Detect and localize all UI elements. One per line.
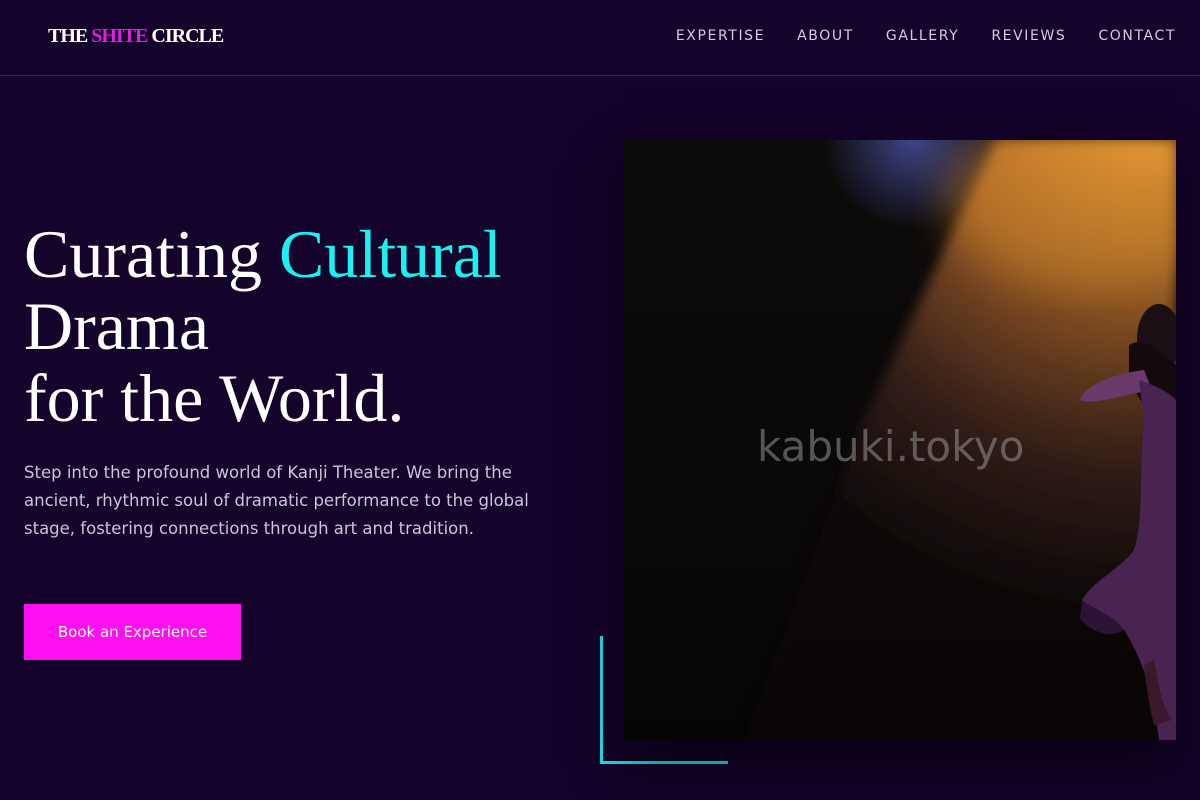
nav-contact[interactable]: CONTACT bbox=[1098, 28, 1176, 44]
nav-reviews[interactable]: REVIEWS bbox=[991, 28, 1066, 44]
brand-logo[interactable]: THE SHITE CIRCLE bbox=[48, 25, 224, 48]
hero-title-accent: Cultural bbox=[278, 216, 502, 292]
hero-title-part1: Curating bbox=[24, 216, 279, 292]
image-watermark: kabuki.tokyo bbox=[757, 422, 1025, 471]
hero-title-line3: for the World. bbox=[24, 360, 405, 436]
main-nav: EXPERTISE ABOUT GALLERY REVIEWS CONTACT bbox=[676, 28, 1176, 44]
site-header: THE SHITE CIRCLE EXPERTISE ABOUT GALLERY… bbox=[0, 0, 1200, 76]
brand-text-1: THE bbox=[48, 25, 92, 47]
hero-image: kabuki.tokyo bbox=[624, 140, 1176, 740]
nav-gallery[interactable]: GALLERY bbox=[886, 28, 959, 44]
brand-text-2: CIRCLE bbox=[147, 25, 224, 47]
brand-text-accent: SHITE bbox=[91, 25, 148, 47]
hero-description: Step into the profound world of Kanji Th… bbox=[24, 463, 529, 538]
nav-expertise[interactable]: EXPERTISE bbox=[676, 28, 765, 44]
hero-title: Curating Cultural Drama for the World. bbox=[24, 218, 584, 434]
book-experience-button[interactable]: Book an Experience bbox=[24, 604, 241, 660]
hero-title-line2: Drama bbox=[24, 288, 210, 364]
nav-about[interactable]: ABOUT bbox=[797, 28, 854, 44]
